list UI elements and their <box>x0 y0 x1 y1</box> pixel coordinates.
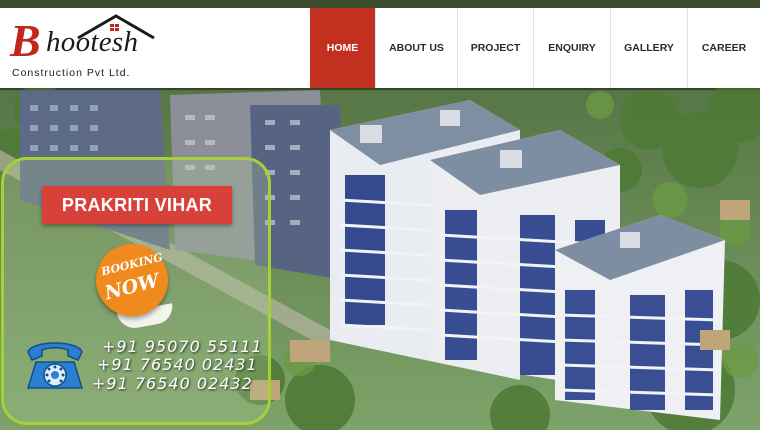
telephone-icon <box>26 342 84 389</box>
phone-number-3[interactable]: +91 76540 02432 <box>92 374 253 393</box>
main-nav: HOME ABOUT US PROJECT ENQUIRY GALLERY CA… <box>310 8 760 88</box>
nav-item-home[interactable]: HOME <box>310 8 375 88</box>
nav-item-gallery[interactable]: GALLERY <box>610 8 687 88</box>
logo-initial: B <box>10 15 41 66</box>
nav-item-career[interactable]: CAREER <box>687 8 760 88</box>
company-logo[interactable]: B hootesh Construction Pvt Ltd. <box>10 12 200 86</box>
logo-tagline: Construction Pvt Ltd. <box>12 67 131 79</box>
phone-number-1[interactable]: +91 95070 55111 <box>102 337 263 356</box>
nav-item-enquiry[interactable]: ENQUIRY <box>533 8 610 88</box>
nav-item-about-us[interactable]: ABOUT US <box>375 8 457 88</box>
nav-item-project[interactable]: PROJECT <box>457 8 533 88</box>
phone-number-2[interactable]: +91 76540 02431 <box>97 355 258 374</box>
logo-name: hootesh <box>46 26 139 58</box>
site-header: B hootesh Construction Pvt Ltd. HOME ABO… <box>0 8 760 88</box>
project-name-badge[interactable]: PRAKRITI VIHAR <box>42 186 232 224</box>
booking-now-sticker[interactable]: BOOKING NOW <box>96 244 168 316</box>
